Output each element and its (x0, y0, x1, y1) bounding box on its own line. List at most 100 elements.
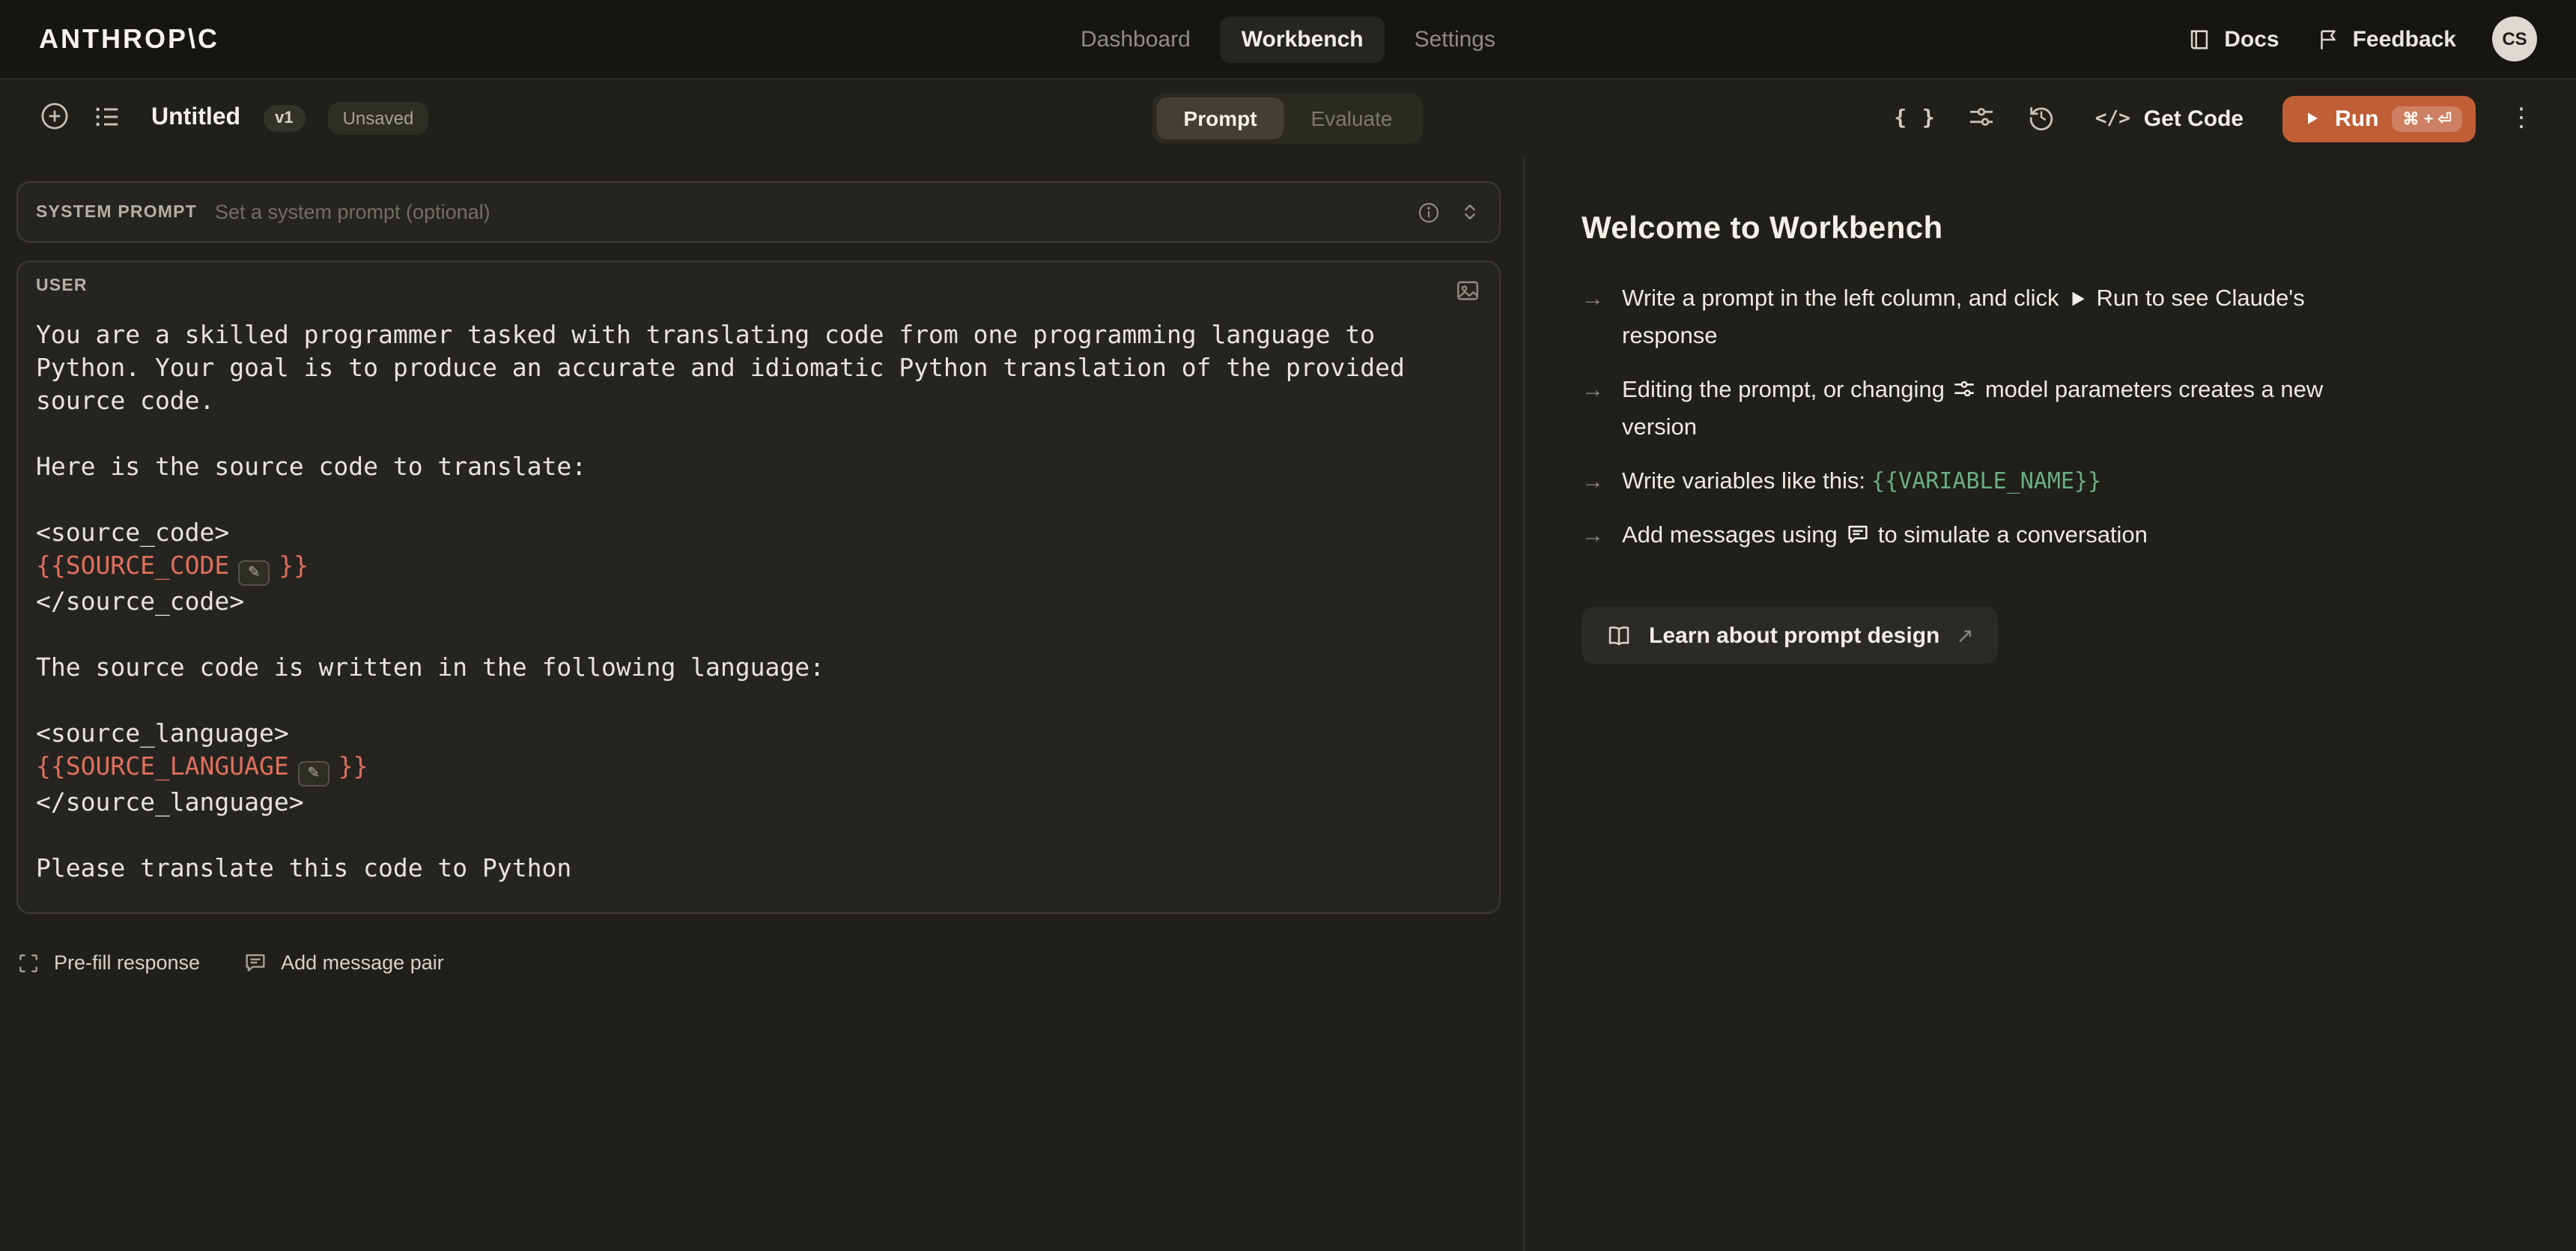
get-code-label: Get Code (2144, 106, 2244, 131)
variable-source-language: {{SOURCE_LANGUAGE (36, 752, 289, 781)
pencil-icon: ✎ (248, 565, 261, 581)
history-icon (2026, 101, 2056, 136)
learn-label: Learn about prompt design (1649, 623, 1939, 648)
welcome-panel: Welcome to Workbench → Write a prompt in… (1525, 157, 2576, 1251)
prompt-list-button[interactable] (93, 101, 123, 136)
welcome-title: Welcome to Workbench (1582, 211, 2576, 247)
prefill-response-button[interactable]: Pre-fill response (16, 951, 200, 975)
feedback-flag-icon (2315, 26, 2341, 52)
source-language-open-tag: <source_language> (36, 718, 1451, 751)
version-badge[interactable]: v1 (263, 105, 306, 132)
info-icon[interactable] (1417, 200, 1441, 224)
source-code-open-tag: <source_code> (36, 517, 1451, 550)
bullet-pre: Add messages using (1622, 523, 1838, 548)
nav-settings[interactable]: Settings (1394, 16, 1516, 62)
expand-chevrons-icon[interactable] (1459, 201, 1481, 223)
prompt-column: SYSTEM PROMPT Set a system prompt (optio… (0, 157, 1525, 1251)
bullet-pre: Write variables like this: (1622, 469, 1865, 494)
system-prompt-label: SYSTEM PROMPT (36, 203, 197, 221)
arrow-right-icon: → (1582, 280, 1604, 355)
system-prompt-controls (1417, 200, 1481, 224)
welcome-bullet-versions: → Editing the prompt, or changingmodel p… (1582, 372, 2576, 446)
learn-prompt-design-button[interactable]: Learn about prompt design ↗ (1582, 607, 1998, 664)
list-icon (93, 101, 123, 136)
workbench-toolbar: Untitled v1 Unsaved Prompt Evaluate { } (0, 79, 2576, 157)
pencil-icon: ✎ (307, 766, 320, 782)
system-prompt-box[interactable]: SYSTEM PROMPT Set a system prompt (optio… (16, 181, 1501, 243)
user-message-text[interactable]: You are a skilled programmer tasked with… (36, 319, 1451, 885)
arrow-right-icon: → (1582, 517, 1604, 554)
add-message-pair-label: Add message pair (281, 951, 444, 974)
arrow-up-right-icon: ↗ (1956, 623, 1973, 648)
version-history-button[interactable] (2026, 101, 2056, 136)
variables-button[interactable]: { } (1894, 106, 1936, 130)
arrow-right-icon: → (1582, 463, 1604, 500)
bullet-post: to simulate a conversation (1878, 523, 2148, 548)
bullet-pre: Write a prompt in the left column, and c… (1622, 286, 2059, 312)
avatar[interactable]: CS (2492, 16, 2537, 61)
prompt-paragraph-3: The source code is written in the follow… (36, 652, 1451, 685)
add-message-pair-button[interactable]: Add message pair (242, 950, 444, 975)
plus-circle-icon (39, 100, 70, 136)
user-message-box[interactable]: USER You are a skilled programmer tasked… (16, 261, 1501, 914)
user-message-header: USER (36, 277, 1481, 312)
kebab-icon: ⋮ (2509, 103, 2534, 132)
toolbar-right: { } </> Get Code Run ⌘ + (1894, 95, 2537, 142)
toolbar-left: Untitled v1 Unsaved (39, 100, 428, 136)
message-actions: Pre-fill response Add message pair (16, 950, 1499, 975)
welcome-bullet-run: → Write a prompt in the left column, and… (1582, 280, 2576, 355)
source-language-variable-line: {{SOURCE_LANGUAGE ✎}} (36, 751, 1451, 787)
workbench-app: ANTHROP\C Dashboard Workbench Settings D… (0, 0, 2576, 1251)
bullet-pre: Editing the prompt, or changing (1622, 378, 1945, 403)
chat-icon (1845, 521, 1871, 547)
get-code-button[interactable]: </> Get Code (2086, 104, 2253, 133)
bullet-text: Add messages using to simulate a conversa… (1622, 517, 2378, 554)
run-label: Run (2335, 106, 2378, 131)
more-options-button[interactable]: ⋮ (2506, 103, 2537, 133)
edit-source-language-variable-button[interactable]: ✎ (298, 761, 329, 787)
bullet-text: Editing the prompt, or changingmodel par… (1622, 372, 2378, 446)
model-settings-button[interactable] (1966, 101, 1996, 136)
welcome-bullet-messages: → Add messages using to simulate a conver… (1582, 517, 2576, 554)
system-prompt-placeholder: Set a system prompt (optional) (215, 201, 490, 223)
play-icon (2067, 288, 2089, 310)
prompt-paragraph-1: You are a skilled programmer tasked with… (36, 319, 1451, 418)
variable-example-code: {{VARIABLE_NAME}} (1871, 467, 2101, 494)
chat-icon (242, 950, 267, 975)
prompt-paragraph-2: Here is the source code to translate: (36, 451, 1451, 484)
prompt-title[interactable]: Untitled (151, 105, 240, 132)
docs-label: Docs (2224, 26, 2279, 52)
prefill-label: Pre-fill response (54, 951, 200, 974)
code-icon: </> (2095, 107, 2130, 130)
new-prompt-button[interactable] (39, 100, 70, 136)
variable-source-code: {{SOURCE_CODE (36, 551, 229, 580)
unsaved-badge: Unsaved (328, 102, 429, 135)
source-code-close-tag: </source_code> (36, 586, 1451, 619)
variable-close-braces: }} (338, 752, 368, 781)
main-area: SYSTEM PROMPT Set a system prompt (optio… (0, 157, 2576, 1251)
tab-prompt[interactable]: Prompt (1157, 97, 1284, 139)
run-button[interactable]: Run ⌘ + ⏎ (2282, 95, 2476, 142)
user-label: USER (36, 277, 88, 295)
anthropic-logo[interactable]: ANTHROP\C (39, 23, 219, 55)
prefill-selection-icon (16, 951, 40, 975)
docs-icon (2187, 26, 2212, 52)
arrow-right-icon: → (1582, 372, 1604, 446)
feedback-label: Feedback (2353, 26, 2456, 52)
docs-link[interactable]: Docs (2187, 26, 2279, 52)
edit-source-code-variable-button[interactable]: ✎ (238, 560, 270, 586)
primary-nav: Dashboard Workbench Settings (1060, 16, 1516, 62)
variable-close-braces: }} (279, 551, 309, 580)
add-image-icon[interactable] (1454, 277, 1481, 312)
prompt-paragraph-4: Please translate this code to Python (36, 852, 1451, 885)
tab-evaluate[interactable]: Evaluate (1284, 97, 1420, 139)
bullet-text: Write a prompt in the left column, and c… (1622, 280, 2378, 355)
braces-icon: { } (1894, 106, 1936, 130)
feedback-link[interactable]: Feedback (2315, 26, 2456, 52)
top-bar: ANTHROP\C Dashboard Workbench Settings D… (0, 0, 2576, 79)
bullet-text: Write variables like this:{{VARIABLE_NAM… (1622, 463, 2378, 500)
run-shortcut-badge: ⌘ + ⏎ (2392, 106, 2462, 131)
nav-workbench[interactable]: Workbench (1221, 16, 1385, 62)
nav-dashboard[interactable]: Dashboard (1060, 16, 1212, 62)
source-language-close-tag: </source_language> (36, 787, 1451, 820)
